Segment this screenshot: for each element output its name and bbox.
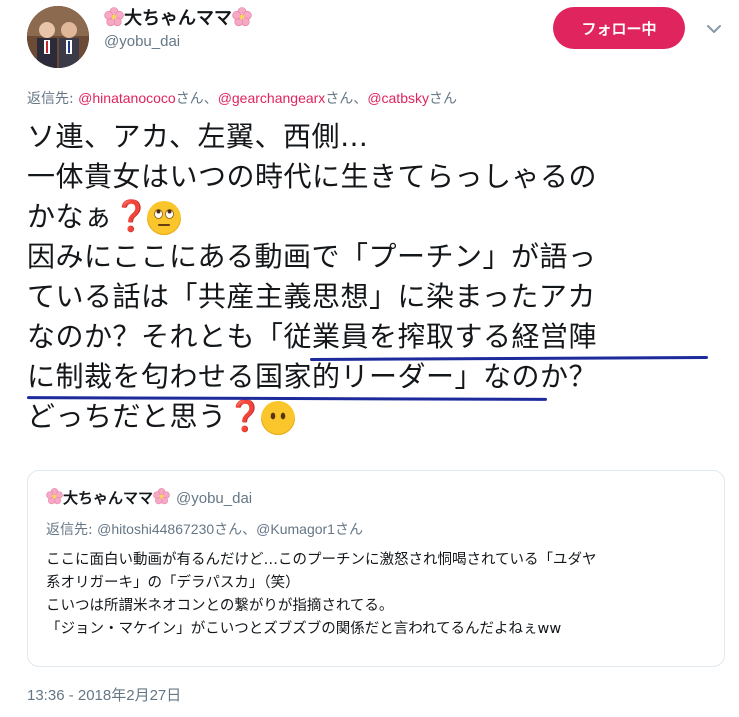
avatar[interactable] — [27, 6, 89, 68]
avatar-image — [27, 6, 89, 68]
tweet-line-with-emoji: かなぁ❓ — [27, 197, 727, 237]
quoted-tweet-body: ここに面白い動画が有るんだけど…このプーチンに激怒され恫喝されている「ユダヤ 系… — [46, 549, 716, 641]
tweet-timestamp[interactable]: 13:36 - 2018年2月27日 — [27, 684, 181, 705]
quoted-author-handle: @yobu_dai — [176, 490, 253, 507]
reply-user-link[interactable]: @catbsky — [367, 90, 429, 106]
quoted-reply-context: 返信先: @hitoshi44867230さん、@Kumagor1さん — [46, 521, 363, 538]
tweet-line: 因みにここにある動画で「プーチン」が語っ — [27, 240, 597, 273]
tweet-line: に制裁を匂わせる国家的リーダー」なのか？ — [27, 360, 598, 393]
tweet-line-with-emoji: どっちだと思う❓ — [27, 397, 727, 437]
tweet-line: ソ連、アカ、左翼、西側… — [27, 120, 369, 153]
reply-prefix: 返信先: — [27, 91, 79, 107]
chevron-down-icon[interactable] — [705, 20, 723, 38]
red-question-icon: ❓ — [112, 199, 151, 234]
author-name-text: 大ちゃんママ — [124, 8, 232, 29]
cherry-blossom-icon — [153, 488, 170, 505]
tweet-line: 一体貴女はいつの時代に生きてらっしゃるの — [27, 160, 598, 193]
quoted-body-line: こいつは所謂米ネオコンとの繋がりが指摘されてる。 — [46, 598, 394, 614]
reply-user-link[interactable]: @gearchangearx — [218, 90, 326, 106]
quoted-reply-user: @Kumagor1 — [256, 521, 335, 537]
red-question-icon: ❓ — [226, 399, 265, 434]
reply-context: 返信先: @hinatanococoさん、@gearchangearxさん、@c… — [27, 90, 457, 107]
reply-user-link[interactable]: @hinatanococo — [78, 90, 176, 106]
quoted-tweet[interactable]: 大ちゃんママ @yobu_dai 返信先: @hitoshi44867230さん… — [27, 470, 725, 667]
following-button[interactable]: フォロー中 — [553, 7, 685, 49]
quoted-author-name-text: 大ちゃんママ — [63, 489, 154, 507]
eye-roll-face-icon — [146, 201, 181, 235]
cherry-blossom-icon — [232, 7, 252, 27]
author-name[interactable]: 大ちゃんママ — [104, 4, 252, 30]
cherry-blossom-icon — [104, 7, 124, 27]
quoted-body-line: 系オリガーキ」の「デラパスカ」（笑） — [46, 575, 300, 591]
author-handle[interactable]: @yobu_dai — [104, 33, 180, 50]
tweet-text: ソ連、アカ、左翼、西側… 一体貴女はいつの時代に生きてらっしゃるの かなぁ❓ 因… — [27, 117, 727, 437]
quoted-body-line: 「ジョン・マケイン」がこいつとズブズブの関係だと言われてるんだよねぇww — [46, 621, 562, 637]
quoted-author-name[interactable]: 大ちゃんママ @yobu_dai — [46, 487, 252, 508]
tweet-line: なのか？それとも「従業員を搾取する経営陣 — [27, 320, 598, 353]
tweet-line: ている話は「共産主義思想」に染まったアカ — [27, 280, 596, 313]
cherry-blossom-icon — [46, 488, 63, 505]
no-mouth-face-icon — [260, 401, 295, 435]
quoted-body-line: ここに面白い動画が有るんだけど…このプーチンに激怒され恫喝されている「ユダヤ — [46, 552, 597, 568]
quoted-reply-user: @hitoshi44867230 — [97, 521, 215, 537]
